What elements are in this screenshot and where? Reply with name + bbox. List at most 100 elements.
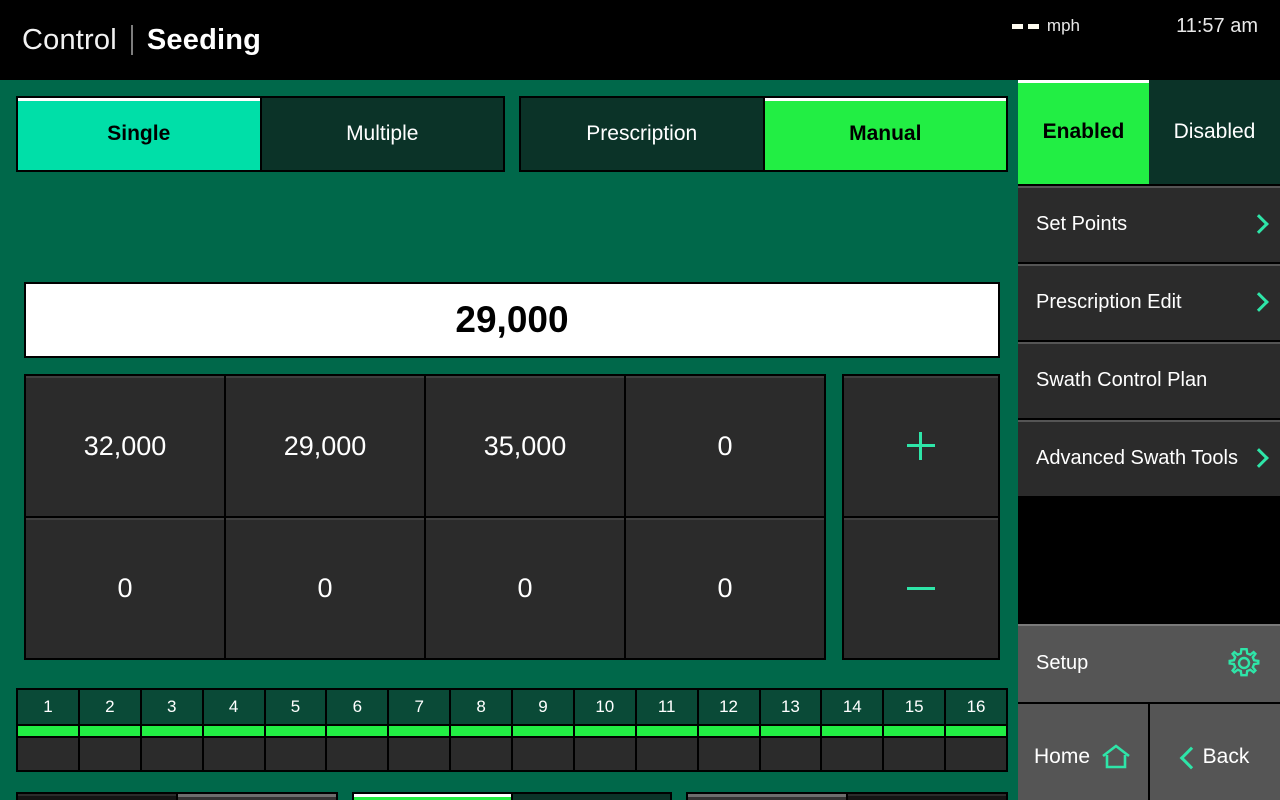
section-column[interactable]: 16 xyxy=(946,690,1006,770)
chevron-right-icon xyxy=(1252,293,1262,311)
section-column[interactable]: 1 xyxy=(18,690,80,770)
preset-area: 32,000 29,000 35,000 0 0 0 0 0 xyxy=(24,374,1000,660)
swath-mode-toggle: Swath Automatic Swath Manual xyxy=(352,792,672,800)
menu-item-set-points[interactable]: Set Points xyxy=(1018,186,1280,262)
section-status-bar: 1 2 3 4 5 6 7 8 9 10 11 12 13 14 15 16 xyxy=(16,688,1008,772)
section-number: 4 xyxy=(203,690,264,724)
section-column[interactable]: 13 xyxy=(760,690,823,770)
enable-toggle: Enabled Disabled xyxy=(1018,80,1280,184)
menu-item-prescription-edit[interactable]: Prescription Edit xyxy=(1018,264,1280,340)
section-column[interactable]: 7 xyxy=(389,690,452,770)
preset-cell[interactable]: 0 xyxy=(226,518,424,658)
section-state-indicator xyxy=(265,726,326,736)
section-state-indicator xyxy=(760,726,821,736)
preset-cell[interactable]: 0 xyxy=(626,518,824,658)
section-state-indicator xyxy=(946,726,1006,736)
home-button[interactable]: Home xyxy=(1018,704,1148,800)
section-column[interactable]: 3 xyxy=(141,690,204,770)
section-body xyxy=(513,738,573,770)
section-column[interactable]: 11 xyxy=(636,690,699,770)
section-number: 2 xyxy=(79,690,140,724)
preset-grid: 32,000 29,000 35,000 0 0 0 0 0 xyxy=(24,374,826,660)
section-body xyxy=(636,738,697,770)
section-state-indicator xyxy=(18,726,78,736)
right-nudge-pair xyxy=(686,792,1008,800)
speed-unit-label: mph xyxy=(1046,16,1080,35)
preset-cell[interactable]: 29,000 xyxy=(226,376,424,516)
breadcrumb-parent[interactable]: Control xyxy=(22,24,117,57)
tab-prescription[interactable]: Prescription xyxy=(521,98,765,170)
section-column[interactable]: 8 xyxy=(451,690,513,770)
tab-single[interactable]: Single xyxy=(18,98,262,170)
section-body xyxy=(203,738,264,770)
main-panel: Single Multiple Prescription Manual 29,0… xyxy=(0,80,1018,800)
swath-automatic-button[interactable]: Swath Automatic xyxy=(354,794,513,800)
section-body xyxy=(265,738,326,770)
section-number: 6 xyxy=(327,690,388,724)
section-state-indicator xyxy=(513,726,573,736)
nudge-left-button[interactable] xyxy=(18,794,178,800)
speed-value-placeholder xyxy=(1011,23,1039,29)
back-button[interactable]: Back xyxy=(1150,704,1280,800)
disabled-button[interactable]: Disabled xyxy=(1149,80,1280,184)
preset-cell[interactable]: 0 xyxy=(626,376,824,516)
mode-toggle-row: Single Multiple Prescription Manual xyxy=(16,96,1008,172)
back-label: Back xyxy=(1202,745,1250,768)
section-column[interactable]: 4 xyxy=(203,690,266,770)
section-column[interactable]: 14 xyxy=(822,690,885,770)
decrease-rate-button[interactable] xyxy=(844,518,998,658)
section-number: 16 xyxy=(946,690,1006,724)
section-body xyxy=(760,738,821,770)
section-state-indicator xyxy=(698,726,759,736)
section-state-indicator xyxy=(574,726,635,736)
section-body xyxy=(822,738,883,770)
home-icon xyxy=(1102,744,1130,769)
tab-multiple[interactable]: Multiple xyxy=(261,98,503,170)
preset-cell[interactable]: 32,000 xyxy=(26,376,224,516)
section-column[interactable]: 15 xyxy=(884,690,947,770)
menu-item-label: Prescription Edit xyxy=(1036,291,1182,313)
section-column[interactable]: 10 xyxy=(574,690,637,770)
top-status-bar: Control Seeding mph 11:57 am xyxy=(0,0,1280,80)
section-body xyxy=(698,738,759,770)
section-number: 12 xyxy=(698,690,759,724)
section-column[interactable]: 12 xyxy=(698,690,761,770)
preset-cell[interactable]: 0 xyxy=(26,518,224,658)
section-column[interactable]: 9 xyxy=(513,690,575,770)
target-rate-readout[interactable]: 29,000 xyxy=(24,282,1000,358)
increase-rate-button[interactable] xyxy=(844,376,998,516)
menu-item-swath-control-plan[interactable]: Swath Control Plan xyxy=(1018,342,1280,418)
tab-manual[interactable]: Manual xyxy=(764,98,1006,170)
section-number: 11 xyxy=(636,690,697,724)
breadcrumb-separator xyxy=(130,25,133,55)
section-state-indicator xyxy=(203,726,264,736)
section-number: 9 xyxy=(513,690,573,724)
rate-source-toggle: Single Multiple xyxy=(16,96,505,172)
section-column[interactable]: 6 xyxy=(327,690,390,770)
menu-item-label: Advanced Swath Tools xyxy=(1036,447,1238,469)
section-column[interactable]: 5 xyxy=(265,690,328,770)
menu-item-advanced-swath-tools[interactable]: Advanced Swath Tools xyxy=(1018,420,1280,496)
enabled-button[interactable]: Enabled xyxy=(1018,80,1149,184)
section-number: 7 xyxy=(389,690,450,724)
section-state-indicator xyxy=(636,726,697,736)
setup-button[interactable]: Setup xyxy=(1018,624,1280,702)
section-state-indicator xyxy=(79,726,140,736)
swath-manual-button[interactable]: Swath Manual xyxy=(513,794,670,800)
clock-label: 11:57 am xyxy=(1176,14,1258,37)
preset-cell[interactable]: 35,000 xyxy=(426,376,624,516)
setup-label: Setup xyxy=(1036,651,1089,674)
gear-icon xyxy=(1228,648,1260,677)
section-shift-left-button[interactable] xyxy=(688,794,848,800)
section-body xyxy=(574,738,635,770)
nudge-right-button[interactable] xyxy=(178,794,336,800)
preset-cell[interactable]: 0 xyxy=(426,518,624,658)
section-column[interactable]: 2 xyxy=(79,690,142,770)
section-number: 15 xyxy=(884,690,945,724)
page-title: Seeding xyxy=(146,23,262,56)
menu-item-label: Swath Control Plan xyxy=(1036,369,1208,391)
rate-stepper xyxy=(842,374,1000,660)
section-number: 5 xyxy=(265,690,326,724)
section-shift-right-button[interactable] xyxy=(848,794,1006,800)
section-body xyxy=(884,738,945,770)
